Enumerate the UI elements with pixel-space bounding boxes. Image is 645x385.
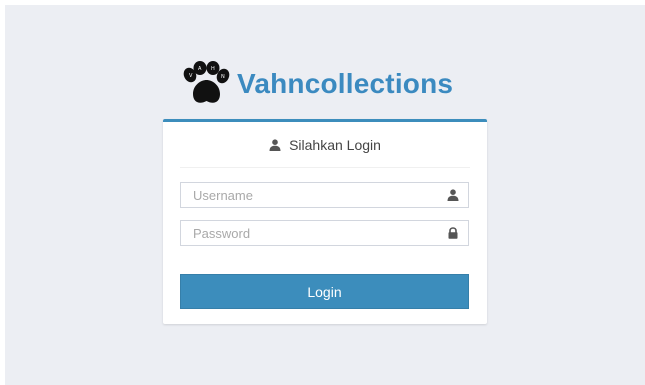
login-box-title: Silahkan Login — [289, 136, 381, 153]
svg-text:N: N — [221, 74, 225, 80]
svg-text:V: V — [189, 73, 193, 79]
svg-text:H: H — [211, 66, 215, 72]
login-box: Silahkan Login Login — [163, 119, 487, 324]
username-input[interactable] — [181, 183, 448, 207]
username-field — [180, 182, 469, 208]
lock-icon — [448, 227, 458, 239]
password-field — [180, 220, 469, 246]
paw-print-icon: V A H N — [183, 61, 230, 103]
login-box-header: Silahkan Login — [180, 122, 470, 168]
login-button[interactable]: Login — [180, 274, 469, 309]
brand-name: Vahncollections — [237, 68, 454, 99]
password-input[interactable] — [181, 221, 448, 245]
login-page: V A H N Vahncollections Silahkan Login U… — [5, 5, 645, 385]
user-icon — [269, 138, 281, 151]
brand: V A H N Vahncollections — [181, 61, 453, 107]
user-icon — [447, 189, 459, 201]
svg-text:A: A — [198, 66, 202, 72]
